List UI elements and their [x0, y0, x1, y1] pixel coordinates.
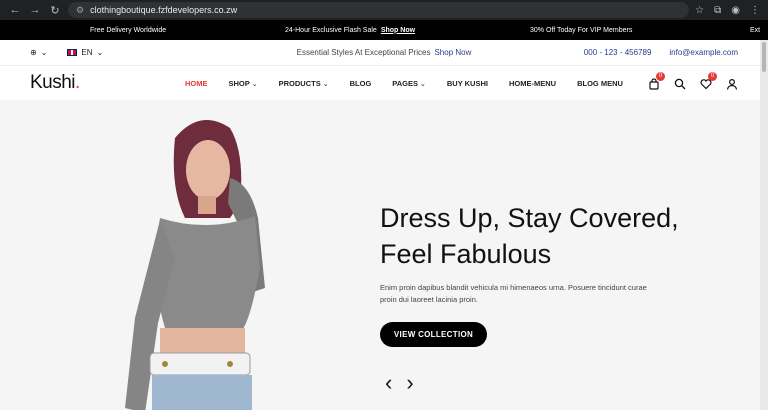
forward-icon[interactable]: → [28, 4, 42, 16]
reload-icon[interactable]: ↻ [48, 4, 62, 17]
view-collection-button[interactable]: VIEW COLLECTION [380, 322, 487, 347]
cart-count-badge: 0 [656, 72, 665, 81]
chevron-down-icon: ⌄ [419, 80, 426, 88]
language-selector[interactable]: EN ⌄ [67, 48, 103, 57]
wishlist-count-badge: 0 [708, 72, 717, 81]
announcement-item: Free Delivery Worldwide [90, 26, 167, 34]
currency-icon: ⊕ [30, 48, 37, 57]
announcement-item: 30% Off Today For VIP Members [530, 26, 633, 34]
logo[interactable]: Kushi. [30, 72, 80, 94]
chevron-down-icon: ⌄ [40, 48, 48, 57]
chevron-down-icon: ⌄ [96, 48, 104, 57]
tagline-shop-now-link[interactable]: Shop Now [434, 48, 471, 57]
phone-link[interactable]: 000 - 123 - 456789 [584, 48, 652, 57]
announcement-bar: Free Delivery Worldwide 24-Hour Exclusiv… [0, 20, 768, 40]
site-info-icon[interactable]: ⚙ [76, 5, 84, 16]
utility-bar: Essential Styles At Exceptional Prices Sh… [0, 40, 768, 66]
url-text: clothingboutique.fzfdevelopers.co.zw [90, 5, 238, 15]
email-link[interactable]: info@example.com [669, 48, 738, 57]
chevron-down-icon: ⌄ [251, 80, 258, 88]
nav-blog[interactable]: BLOG [350, 79, 372, 88]
wishlist-heart-icon[interactable]: 0 [700, 72, 717, 90]
nav-shop[interactable]: SHOP ⌄ [229, 79, 258, 88]
search-icon[interactable] [674, 77, 686, 90]
profile-icon[interactable]: ◉ [731, 5, 740, 16]
uk-flag-icon [67, 49, 78, 56]
announcement-item: Ext [750, 26, 761, 34]
back-icon[interactable]: ← [8, 4, 22, 16]
nav-buy-kushi[interactable]: BUY KUSHI [447, 79, 488, 88]
nav-blog-menu[interactable]: BLOG MENU [577, 79, 623, 88]
nav-products[interactable]: PRODUCTS ⌄ [279, 79, 329, 88]
hero-subtext: Enim proin dapibus blandit vehicula mi h… [380, 283, 647, 304]
address-bar[interactable]: ⚙ clothingboutique.fzfdevelopers.co.zw [68, 2, 690, 18]
menu-dots-icon[interactable]: ⋮ [750, 5, 760, 16]
cart-icon[interactable]: 0 [648, 72, 665, 90]
extensions-icon[interactable]: ⧉ [714, 5, 721, 16]
hero-model-image [125, 120, 265, 410]
currency-selector[interactable]: ⊕ ⌄ [30, 48, 47, 57]
chevron-down-icon: ⌄ [322, 80, 329, 88]
main-navigation: HOME SHOP ⌄ PRODUCTS ⌄ BLOG PAGES ⌄ BUY KUS… [185, 79, 623, 88]
slider-next-arrow-icon[interactable]: › [406, 370, 413, 396]
hero-slider: Dress Up, Stay Covered, Feel Fabulous En… [0, 100, 768, 410]
main-header: Kushi. HOME SHOP ⌄ PRODUCTS ⌄ BLOG PAGES ⌄ … [0, 66, 768, 100]
account-user-icon[interactable] [726, 77, 738, 90]
shop-now-link[interactable]: Shop Now [381, 27, 415, 34]
slider-prev-arrow-icon[interactable]: ‹ [385, 370, 392, 396]
browser-toolbar: ← → ↻ ⚙ clothingboutique.fzfdevelopers.c… [0, 0, 768, 20]
announcement-item: 24-Hour Exclusive Flash Sale Shop Now [285, 26, 416, 34]
hero-headline: Dress Up, Stay Covered, Feel Fabulous [380, 203, 679, 269]
nav-pages[interactable]: PAGES ⌄ [392, 79, 426, 88]
nav-home-menu[interactable]: HOME-MENU [509, 79, 556, 88]
bookmark-star-icon[interactable]: ☆ [695, 5, 704, 16]
page-scrollbar[interactable] [760, 40, 768, 410]
nav-home[interactable]: HOME [185, 79, 208, 88]
